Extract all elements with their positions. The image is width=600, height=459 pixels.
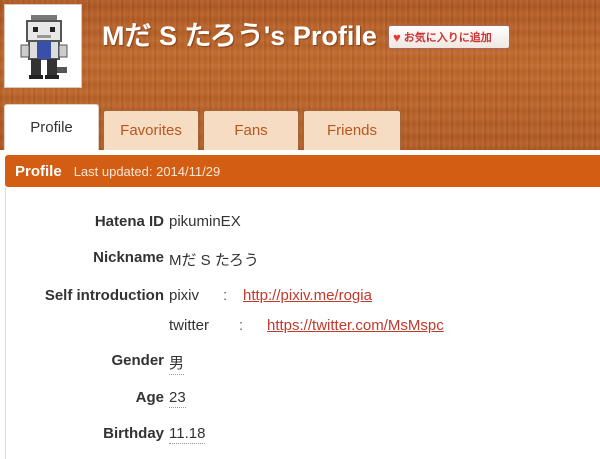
tab-favorites[interactable]: Favorites [103, 110, 199, 150]
nickname-label: Nickname [93, 249, 164, 266]
section-title: Profile [15, 162, 62, 180]
profile-tabs: Profile Favorites Fans Friends [0, 104, 600, 150]
tab-profile[interactable]: Profile [4, 104, 99, 150]
profile-details: Hatena ID pikuminEX Nickname Mだ S たろう Se… [5, 187, 600, 459]
twitter-site-label: twitter [169, 317, 210, 334]
avatar[interactable] [4, 4, 82, 88]
pixiv-link[interactable]: http://pixiv.me/rogia [243, 287, 372, 304]
pixiv-separator: : [223, 287, 228, 304]
hatena-id-value: pikuminEX [169, 213, 241, 230]
gender-label: Gender [111, 352, 164, 369]
pixel-character-avatar-icon [20, 15, 68, 79]
add-favorite-label: お気に入りに追加 [403, 32, 492, 44]
twitter-link[interactable]: https://twitter.com/MsMspc [267, 317, 444, 334]
nickname-value: Mだ S たろう [169, 252, 259, 269]
section-header: Profile Last updated: 2014/11/29 [5, 155, 600, 187]
pixiv-site-label: pixiv [169, 287, 200, 304]
tab-fans[interactable]: Fans [203, 110, 299, 150]
page-title: Mだ S たろう's Profile [102, 21, 377, 51]
age-label: Age [135, 389, 164, 406]
tab-friends[interactable]: Friends [303, 110, 401, 150]
age-value: 23 [169, 389, 186, 408]
birthday-label: Birthday [103, 425, 164, 442]
birthday-value: 11.18 [169, 425, 206, 444]
hatena-id-label: Hatena ID [94, 213, 164, 230]
last-updated: Last updated: 2014/11/29 [73, 163, 221, 179]
twitter-separator: : [239, 317, 244, 334]
add-favorite-button[interactable]: ♥ お気に入りに追加 [388, 25, 510, 49]
gender-value: 男 [169, 352, 185, 375]
heart-icon: ♥ [393, 29, 401, 45]
self-intro-label: Self introduction [44, 287, 164, 304]
